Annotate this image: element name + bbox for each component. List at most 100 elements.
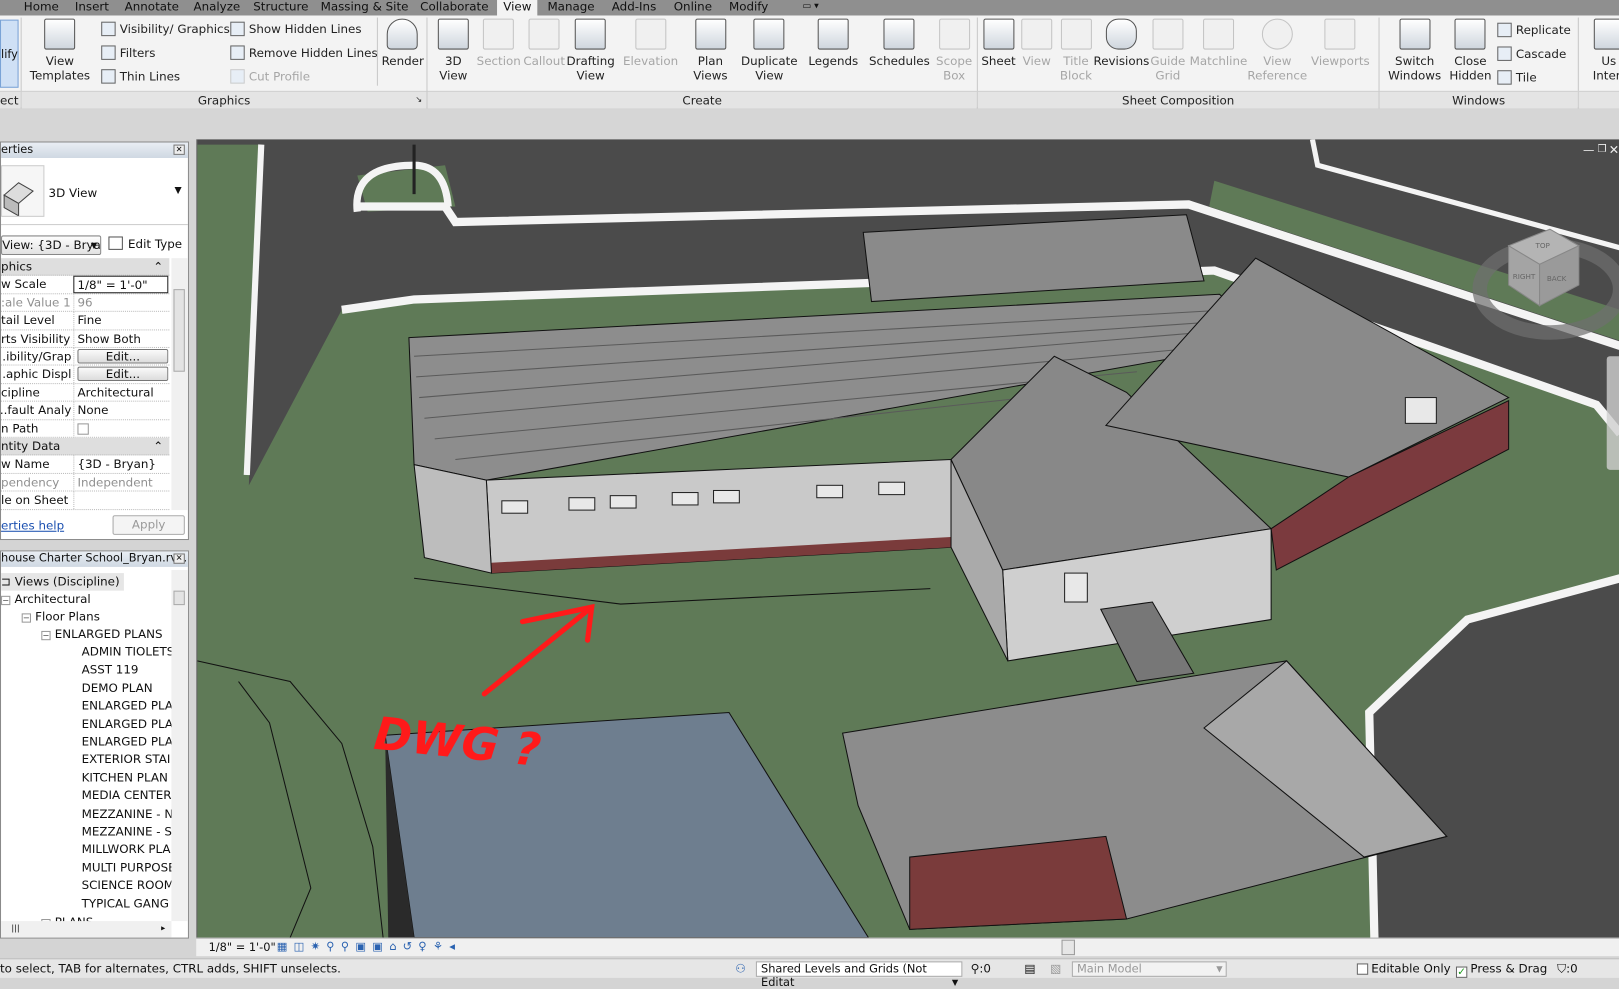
- type-selector[interactable]: 3D View ▼: [1, 161, 188, 226]
- visibility-graphics-button[interactable]: Visibility/ Graphics: [101, 20, 230, 39]
- tab-options-icon[interactable]: ▭ ▾: [796, 0, 825, 15]
- view-reference-button[interactable]: View Reference: [1247, 18, 1307, 83]
- tree-item-view[interactable]: ENLARGED PLAN: [82, 733, 182, 751]
- tree-item-view[interactable]: DEMO PLAN: [82, 679, 153, 697]
- property-row[interactable]: le on Sheet: [1, 491, 170, 510]
- matchline-button[interactable]: Matchline: [1190, 18, 1247, 69]
- instance-filter-dropdown[interactable]: View: {3D - Brya ▼: [1, 235, 102, 256]
- sun-path-checkbox[interactable]: [77, 422, 89, 435]
- tab-analyze[interactable]: Analyze: [187, 0, 246, 15]
- property-row[interactable]: w Scale 1/8" = 1'-0": [1, 276, 170, 295]
- tree-item-view[interactable]: SCIENCE ROOM: [82, 877, 174, 895]
- dialog-launcher-icon[interactable]: ↘: [415, 92, 422, 109]
- tab-collaborate[interactable]: Collaborate: [414, 0, 495, 15]
- view-scale-button[interactable]: 1/8" = 1'-0": [209, 941, 276, 954]
- view-scale-field[interactable]: 1/8" = 1'-0": [73, 276, 169, 294]
- tab-structure[interactable]: Structure: [247, 0, 315, 15]
- apply-button[interactable]: Apply: [112, 515, 185, 535]
- active-workset-dropdown[interactable]: Shared Levels and Grids (Not Editat ▼: [755, 961, 963, 989]
- tab-home[interactable]: Home: [18, 0, 65, 15]
- group-graphics[interactable]: phics ⌃: [1, 258, 170, 277]
- edit-graphic-display-button[interactable]: Edit...: [77, 366, 169, 382]
- tab-modify[interactable]: Modify: [723, 0, 775, 15]
- browser-horizontal-scrollbar[interactable]: ||| ▸: [1, 921, 172, 938]
- property-row[interactable]: w Name {3D - Bryan}: [1, 455, 170, 474]
- section-button[interactable]: Section: [477, 18, 521, 69]
- collapse-icon[interactable]: ⌃: [153, 438, 163, 456]
- tab-massing-site[interactable]: Massing & Site: [314, 0, 414, 15]
- tree-item-view[interactable]: MULTI PURPOSE: [82, 859, 176, 877]
- tile-button[interactable]: Tile: [1497, 68, 1537, 87]
- show-hidden-lines-button[interactable]: Show Hidden Lines: [230, 20, 362, 39]
- title-block-button[interactable]: Title Block: [1060, 18, 1092, 83]
- property-row[interactable]: aphic Displ...Edit...: [1, 365, 170, 384]
- property-row[interactable]: tail Level Fine: [1, 312, 170, 330]
- tree-item-view[interactable]: ENLARGED PLAN: [82, 715, 182, 733]
- replicate-button[interactable]: Replicate: [1497, 21, 1571, 40]
- cut-profile-button[interactable]: Cut Profile: [230, 67, 310, 86]
- restore-icon[interactable]: ❐: [1597, 144, 1606, 155]
- guide-grid-button[interactable]: Guide Grid: [1150, 18, 1185, 83]
- tree-node-floor-plans[interactable]: − Floor Plans: [21, 608, 100, 626]
- plan-views-button[interactable]: Plan Views: [693, 18, 728, 83]
- collapse-icon[interactable]: −: [21, 613, 31, 623]
- tree-item-view[interactable]: ASST 119: [82, 661, 139, 679]
- close-hidden-button[interactable]: Close Hidden: [1449, 18, 1491, 83]
- tab-view[interactable]: View: [497, 0, 538, 17]
- worksets-icon[interactable]: ⚇: [735, 959, 746, 979]
- edit-visibility-button[interactable]: Edit...: [77, 349, 169, 364]
- property-row[interactable]: cipline Architectural: [1, 383, 170, 402]
- elevation-button[interactable]: Elevation: [623, 18, 678, 69]
- collapse-icon[interactable]: −: [41, 630, 51, 641]
- tab-annotate[interactable]: Annotate: [118, 0, 185, 15]
- tree-item-view[interactable]: MEDIA CENTER: [82, 787, 172, 805]
- tree-item-view[interactable]: MEZZANINE - SC: [82, 823, 181, 841]
- press-drag-checkbox[interactable]: ✓ Press & Drag: [1455, 959, 1547, 979]
- tree-item-view[interactable]: ENLARGED PLAN: [82, 697, 182, 715]
- tree-node-enlarged-plans[interactable]: − ENLARGED PLANS: [41, 626, 163, 644]
- view-control-icons[interactable]: ▦◫✷⚲⚲▣▣⌂↺♀⚘◂: [277, 940, 461, 953]
- 3d-viewport[interactable]: DWG ? TOP RIGHT BACK — ❐ ✕: [196, 139, 1619, 938]
- editing-requests-icon[interactable]: ⚲:0: [971, 959, 991, 979]
- tab-manage[interactable]: Manage: [541, 0, 601, 15]
- viewports-button[interactable]: Viewports: [1311, 18, 1370, 69]
- scope-box-button[interactable]: Scope Box: [936, 18, 972, 83]
- render-button[interactable]: Render: [382, 18, 424, 69]
- cascade-button[interactable]: Cascade: [1497, 44, 1566, 63]
- close-icon[interactable]: ✕: [173, 144, 185, 155]
- duplicate-view-button[interactable]: Duplicate View: [741, 18, 798, 83]
- revisions-button[interactable]: Revisions: [1093, 18, 1149, 69]
- navigation-bar[interactable]: [1606, 356, 1619, 470]
- minimize-icon[interactable]: —: [1583, 144, 1594, 157]
- property-row[interactable]: n Path: [1, 419, 170, 438]
- tab-insert[interactable]: Insert: [69, 0, 115, 15]
- 3d-view-button[interactable]: 3D View: [437, 18, 469, 83]
- callout-button[interactable]: Callout: [523, 18, 565, 69]
- tab-add-ins[interactable]: Add-Ins: [606, 0, 663, 15]
- switch-windows-button[interactable]: Switch Windows: [1388, 18, 1441, 83]
- tree-item-view[interactable]: MILLWORK PLAN: [82, 841, 180, 859]
- browser-scrollbar[interactable]: [171, 569, 188, 922]
- user-interface-button[interactable]: UsInterf: [1593, 18, 1619, 83]
- tree-item-view[interactable]: TYPICAL GANG T: [82, 895, 180, 913]
- editable-only-checkbox[interactable]: Editable Only: [1356, 959, 1451, 979]
- schedules-button[interactable]: Schedules: [869, 18, 930, 69]
- collapse-icon[interactable]: ⌃: [153, 258, 163, 276]
- legends-button[interactable]: Legends: [808, 18, 858, 69]
- close-icon[interactable]: ✕: [173, 553, 185, 564]
- tree-item-view[interactable]: KITCHEN PLAN: [82, 769, 168, 787]
- property-row[interactable]: rts Visibility Show Both: [1, 330, 170, 348]
- tree-item-view[interactable]: EXTERIOR STAIR: [82, 751, 179, 769]
- property-row[interactable]: ibility/Grap...Edit...: [1, 347, 170, 366]
- filters-button[interactable]: Filters: [101, 43, 155, 62]
- tree-item-view[interactable]: MEZZANINE - N: [82, 805, 174, 823]
- property-row[interactable]: fault Analy...None: [1, 401, 170, 420]
- remove-hidden-lines-button[interactable]: Remove Hidden Lines: [230, 43, 378, 62]
- collapse-icon[interactable]: −: [1, 595, 11, 606]
- tree-root[interactable]: ⊐ Views (Discipline): [1, 573, 124, 591]
- tab-online[interactable]: Online: [668, 0, 719, 15]
- close-icon[interactable]: ✕: [1609, 142, 1619, 156]
- chevron-down-icon[interactable]: ▼: [175, 186, 182, 196]
- place-view-button[interactable]: View: [1021, 18, 1053, 69]
- group-identity-data[interactable]: ntity Data ⌃: [1, 437, 170, 456]
